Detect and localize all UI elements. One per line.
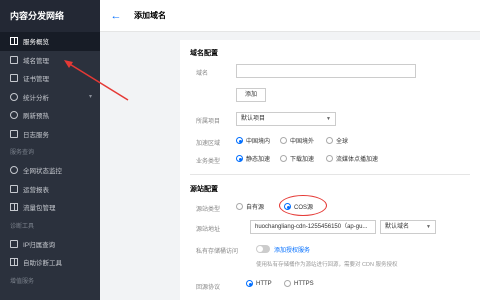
radio-label: 全球 (336, 139, 349, 145)
sidebar-item-monitor[interactable]: 全网状态监控 (0, 161, 100, 180)
page-title: 添加域名 (134, 11, 166, 20)
radio-dot (280, 155, 287, 162)
business-radio-static[interactable]: 静态加速 (236, 154, 270, 163)
region-radio-cn[interactable]: 中国境内 (236, 136, 270, 145)
domain-input[interactable] (236, 64, 416, 78)
sidebar-item-ip-lookup[interactable]: IP归属查询 (0, 235, 100, 254)
sidebar-section-monitor: 服务查询 (10, 150, 35, 156)
chevron-down-icon: ▾ (88, 94, 92, 101)
origin-section-title: 源站配置 (190, 186, 218, 193)
sidebar-item-label: 全网状态监控 (23, 168, 62, 176)
domain-section-title: 域名配置 (190, 50, 218, 57)
sidebar-item-label: 证书管理 (23, 76, 49, 84)
search-icon (10, 239, 18, 248)
sidebar-item-label: 统计分析 (23, 94, 49, 102)
business-label: 业务类型 (196, 159, 221, 165)
origin-address-label: 源站地址 (196, 227, 221, 233)
sidebar-item-label: 域名管理 (23, 57, 49, 65)
radio-label: 下载加速 (290, 157, 315, 163)
protocol-label: 回源协议 (196, 285, 221, 291)
report-icon (10, 184, 18, 193)
project-select[interactable]: 默认项目 ▼ (236, 112, 336, 126)
form-panel: 域名配置 域名 添加 所属项目 默认项目 ▼ 加速区域 中国境内 中国境外 全球… (180, 40, 480, 300)
radio-dot (236, 203, 243, 210)
sidebar: 内容分发网络 服务概览 域名管理 证书管理 统计分析 ▾ 刷新预热 日志服务 服… (0, 0, 100, 300)
region-label: 加速区域 (196, 141, 221, 147)
region-radio-overseas[interactable]: 中国境外 (280, 136, 314, 145)
private-bucket-toggle[interactable] (256, 245, 270, 253)
radio-label: 流媒体点播加速 (336, 157, 379, 163)
project-label: 所属项目 (196, 119, 221, 125)
business-radio-download[interactable]: 下载加速 (280, 154, 314, 163)
chart-icon (10, 92, 18, 101)
monitor-icon (10, 166, 18, 175)
radio-label: 中国境外 (290, 139, 315, 145)
radio-label: 静态加速 (246, 157, 271, 163)
radio-dot (280, 137, 287, 144)
page-header: ← 添加域名 (100, 0, 480, 32)
chevron-down-icon: ▼ (426, 224, 431, 230)
sidebar-item-label: 自助诊断工具 (23, 260, 62, 268)
tool-icon (10, 258, 18, 267)
sidebar-item-package[interactable]: 流量包管理 (0, 198, 100, 217)
radio-dot (236, 155, 243, 162)
radio-dot (284, 280, 291, 287)
sidebar-item-label: 刷新预热 (23, 113, 49, 121)
private-bucket-label: 私有存储桶访问 (196, 249, 239, 255)
protocol-radio-https[interactable]: HTTPS (284, 280, 314, 287)
chevron-down-icon: ▼ (326, 116, 331, 122)
origin-domain-value: 默认域名 (385, 224, 410, 230)
protocol-radio-http[interactable]: HTTP (246, 280, 272, 287)
certificate-icon (10, 74, 18, 83)
radio-dot (246, 280, 253, 287)
refresh-icon (10, 111, 18, 120)
region-radio-global[interactable]: 全球 (326, 136, 348, 145)
sidebar-item-statistics[interactable]: 统计分析 ▾ (0, 88, 100, 107)
sidebar-item-self-diag[interactable]: 自助诊断工具 (0, 253, 100, 272)
radio-dot (326, 137, 333, 144)
sidebar-title: 内容分发网络 (0, 0, 100, 32)
package-icon (10, 203, 18, 212)
sidebar-item-certificates[interactable]: 证书管理 (0, 69, 100, 88)
origin-bucket-select[interactable]: huochangliang-cdn-1255456150（ap-gu... (250, 220, 376, 234)
radio-label: HTTPS (294, 280, 314, 287)
grid-icon (10, 37, 18, 46)
private-bucket-hint: 使用私有存储桶作为源站进行回源，需要对 CDN 服务授权 (256, 262, 398, 268)
add-domain-button[interactable]: 添加 (236, 88, 266, 102)
document-icon (10, 55, 18, 64)
sidebar-item-report[interactable]: 运营报表 (0, 180, 100, 199)
sidebar-item-label: IP归属查询 (23, 241, 56, 249)
radio-label: 自有源 (246, 205, 265, 211)
radio-label: HTTP (256, 280, 272, 287)
sidebar-section-diag: 诊断工具 (10, 223, 35, 230)
sidebar-item-overview[interactable]: 服务概览 (0, 32, 100, 51)
origin-bucket-value: huochangliang-cdn-1255456150（ap-gu... (255, 224, 368, 230)
radio-dot (326, 155, 333, 162)
back-arrow-icon[interactable]: ← (104, 10, 128, 22)
sidebar-item-label: 流量包管理 (23, 205, 56, 213)
sidebar-item-label: 服务概览 (23, 39, 49, 47)
origin-radio-self[interactable]: 自有源 (236, 202, 264, 211)
project-select-value: 默认项目 (241, 116, 266, 122)
sidebar-section-more: 增值服务 (10, 278, 35, 285)
section-divider (190, 174, 470, 175)
origin-type-label: 源站类型 (196, 207, 221, 213)
highlight-ellipse (279, 195, 327, 216)
origin-domain-select[interactable]: 默认域名 ▼ (380, 220, 436, 234)
sidebar-item-label: 运营报表 (23, 186, 49, 194)
sidebar-item-refresh[interactable]: 刷新预热 (0, 106, 100, 125)
business-radio-vod[interactable]: 流媒体点播加速 (326, 154, 378, 163)
log-icon (10, 129, 18, 138)
radio-dot (236, 137, 243, 144)
sidebar-item-domains[interactable]: 域名管理 (0, 51, 100, 70)
radio-label: 中国境内 (246, 139, 271, 145)
sidebar-item-label: 日志服务 (23, 131, 49, 139)
domain-label: 域名 (196, 71, 209, 77)
sidebar-item-logs[interactable]: 日志服务 (0, 125, 100, 144)
authorize-service-link[interactable]: 添加授权服务 (274, 245, 310, 254)
